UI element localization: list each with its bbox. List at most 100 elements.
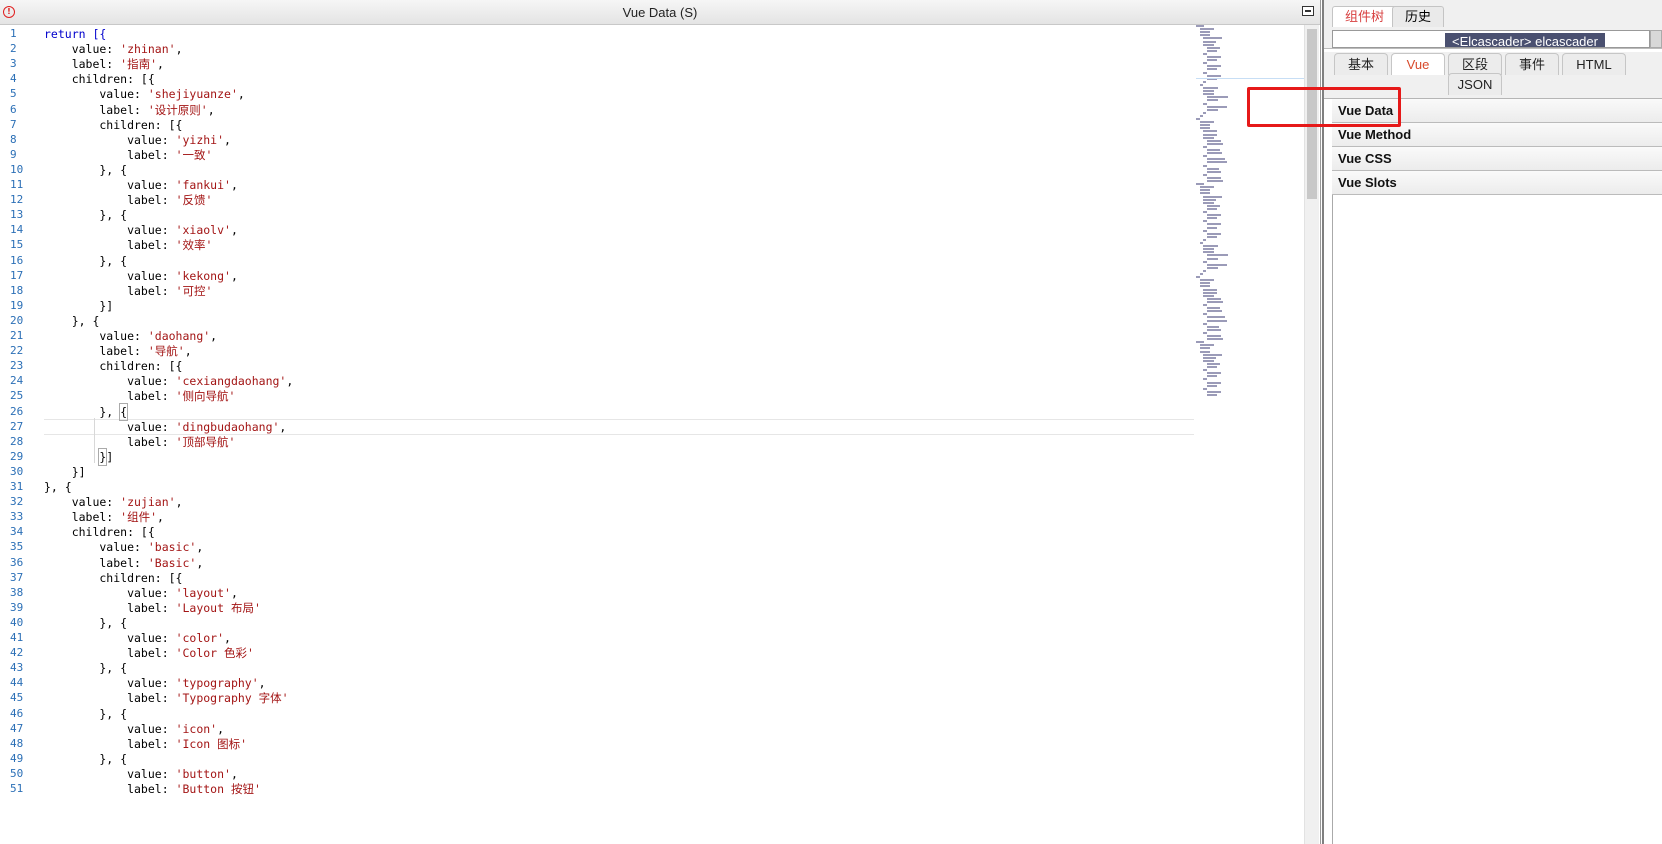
code-line[interactable]: 46 }, { [0, 706, 1190, 722]
code-line[interactable]: 50 value: 'button', [0, 766, 1190, 782]
code-line[interactable]: 10 }, { [0, 162, 1190, 178]
minimap-line [1206, 226, 1217, 229]
code-text: }] [44, 464, 86, 479]
minimap-line [1206, 108, 1219, 111]
code-line[interactable]: 33 label: '组件', [0, 509, 1190, 525]
tab-history[interactable]: 历史 [1392, 6, 1445, 27]
code-line[interactable]: 12 label: '反馈' [0, 192, 1190, 208]
code-minimap[interactable] [1196, 25, 1306, 425]
code-text: }, { [44, 402, 129, 421]
line-number: 23 [10, 359, 24, 373]
component-path-label[interactable]: <Elcascader> elcascader [1445, 33, 1605, 47]
code-line[interactable]: 49 }, { [0, 751, 1190, 767]
code-line[interactable]: 23 children: [{ [0, 358, 1190, 374]
code-line[interactable]: 19 }] [0, 298, 1190, 314]
code-line[interactable]: 26 }, { [0, 402, 1190, 421]
code-line[interactable]: 24 value: 'cexiangdaohang', [0, 373, 1190, 389]
line-number: 10 [10, 162, 24, 176]
code-line[interactable]: 28 label: '顶部导航' [0, 434, 1190, 450]
code-line[interactable]: 7 children: [{ [0, 117, 1190, 133]
code-line[interactable]: 11 value: 'fankui', [0, 177, 1190, 193]
code-text: }, { [44, 706, 128, 721]
code-line[interactable]: 17 value: 'kekong', [0, 268, 1190, 284]
section-vue-slots[interactable]: Vue Slots [1332, 171, 1662, 195]
minimap-line [1206, 161, 1227, 164]
minimap-line [1206, 254, 1229, 257]
code-line[interactable]: 42 label: 'Color 色彩' [0, 645, 1190, 661]
code-line[interactable]: 44 value: 'typography', [0, 675, 1190, 691]
code-line[interactable]: 5 value: 'shejiyuanze', [0, 86, 1190, 102]
code-line[interactable]: 1 return [{ [0, 26, 1190, 42]
tab-html[interactable]: HTML [1562, 53, 1626, 75]
minimap-line [1206, 235, 1217, 238]
minimap-line [1196, 118, 1200, 120]
code-text: label: '反馈' [44, 193, 213, 208]
code-text: value: 'dingbudaohang', [44, 419, 287, 434]
minimap-line [1206, 362, 1221, 365]
editor-scrollbar[interactable] [1304, 25, 1319, 844]
code-line[interactable]: 30 }] [0, 464, 1190, 480]
minimap-line [1203, 238, 1207, 241]
minimap-line [1206, 180, 1223, 182]
code-line[interactable]: 16 }, { [0, 253, 1190, 269]
line-number: 11 [10, 178, 24, 191]
code-line[interactable]: 20 }, { [0, 313, 1190, 329]
code-line[interactable]: 38 value: 'layout', [0, 585, 1190, 601]
tab-vue[interactable]: Vue [1391, 53, 1445, 75]
code-text: label: '效率' [44, 238, 213, 253]
code-line[interactable]: 45 label: 'Typography 字体' [0, 690, 1190, 706]
code-line[interactable]: 8 value: 'yizhi', [0, 132, 1190, 148]
code-line[interactable]: 2 value: 'zhinan', [0, 41, 1190, 57]
code-line[interactable]: 4 children: [{ [0, 71, 1190, 87]
code-line[interactable]: 47 value: 'icon', [0, 721, 1190, 737]
code-line[interactable]: 21 value: 'daohang', [0, 328, 1190, 344]
tab-section[interactable]: 区段 [1448, 53, 1502, 75]
tab-basic[interactable]: 基本 [1334, 53, 1388, 75]
code-line[interactable]: 41 value: 'color', [0, 630, 1190, 646]
code-line[interactable]: 40 }, { [0, 615, 1190, 631]
minimize-icon[interactable] [1302, 6, 1314, 16]
top-scrollbar[interactable] [1650, 30, 1662, 48]
code-line[interactable]: 39 label: 'Layout 布局' [0, 600, 1190, 616]
code-line[interactable]: 14 value: 'xiaolv', [0, 222, 1190, 238]
code-line[interactable]: 22 label: '导航', [0, 343, 1190, 359]
code-line[interactable]: 48 label: 'Icon 图标' [0, 736, 1190, 752]
code-line[interactable]: 9 label: '一致' [0, 147, 1190, 163]
minimap-line [1206, 390, 1222, 393]
editor-title: Vue Data (S) [622, 5, 698, 20]
code-line[interactable]: 18 label: '可控' [0, 283, 1190, 299]
code-text: value: 'basic', [44, 540, 204, 555]
tab-events[interactable]: 事件 [1505, 53, 1559, 75]
minimap-line [1199, 83, 1204, 86]
line-number: 27 [10, 419, 24, 433]
minimap-line [1199, 124, 1211, 127]
code-line[interactable]: 25 label: '侧向导航' [0, 388, 1190, 404]
minimap-line [1203, 269, 1207, 272]
code-line[interactable]: 36 label: 'Basic', [0, 555, 1190, 571]
code-line[interactable]: 6 label: '设计原则', [0, 102, 1190, 118]
minimap-viewport[interactable] [1196, 78, 1304, 81]
minimap-line [1203, 198, 1216, 201]
code-area[interactable]: 1 return [{2 value: 'zhinan', 3 label: '指南… [0, 25, 1200, 844]
tab-json[interactable]: JSON [1448, 73, 1502, 95]
code-line[interactable]: 43 }, { [0, 660, 1190, 676]
code-line[interactable]: 13 }, { [0, 207, 1190, 223]
code-text: value: 'shejiyuanze', [44, 87, 245, 102]
code-text: label: 'Button 按钮' [44, 782, 261, 796]
code-line[interactable]: 15 label: '效率' [0, 237, 1190, 253]
code-line[interactable]: 32 value: 'zujian', [0, 494, 1190, 510]
code-text: children: [{ [44, 72, 155, 87]
code-line[interactable]: 31}, { [0, 479, 1190, 495]
code-line[interactable]: 3 label: '指南', [0, 56, 1190, 72]
line-number: 26 [10, 404, 24, 418]
section-vue-css[interactable]: Vue CSS [1332, 147, 1662, 171]
code-line[interactable]: 37 children: [{ [0, 570, 1190, 586]
code-line[interactable]: 35 value: 'basic', [0, 539, 1190, 555]
line-number: 35 [10, 540, 24, 554]
code-line[interactable]: 51 label: 'Button 按钮' [0, 781, 1190, 797]
code-line[interactable]: 34 children: [{ [0, 524, 1190, 540]
code-line[interactable]: 27 value: 'dingbudaohang', [0, 419, 1190, 435]
code-line[interactable]: 29 }] [0, 447, 1190, 466]
tab-component-tree[interactable]: 组件树 [1332, 6, 1398, 27]
code-text: label: '组件', [44, 510, 164, 525]
